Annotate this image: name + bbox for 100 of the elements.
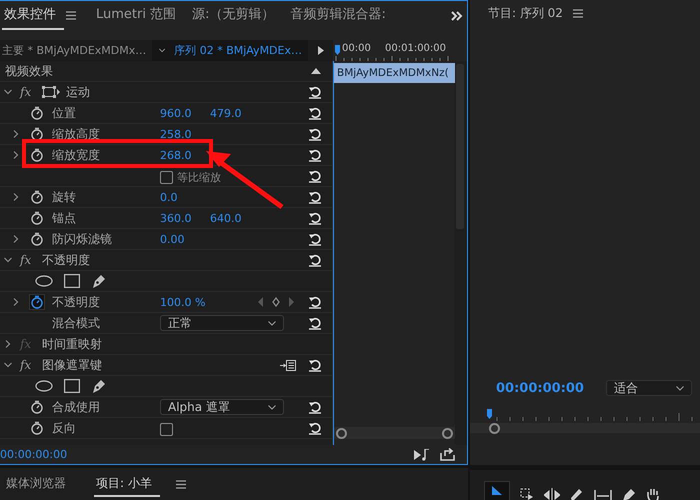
reset-icon[interactable] xyxy=(308,400,322,414)
zoom-dropdown[interactable]: 适合 xyxy=(606,380,692,396)
panel-tab[interactable]: 源:（无剪辑） xyxy=(190,1,282,30)
reset-icon[interactable] xyxy=(308,358,322,372)
timecode[interactable]: 00:00:00:00 xyxy=(0,448,68,461)
property-value[interactable]: 960.0 xyxy=(160,106,210,120)
fx-toggle[interactable]: fx xyxy=(20,85,42,99)
category-label: 视频效果 xyxy=(5,62,53,80)
stopwatch-icon[interactable] xyxy=(30,106,44,120)
effect-name: 时间重映射 xyxy=(42,336,102,352)
stopwatch-icon[interactable] xyxy=(30,232,44,246)
master-clip-label: 主要 * BMjAyMDExMDMx… xyxy=(1,43,148,58)
ruler-label: 00:01:00:00 xyxy=(385,43,446,54)
reset-icon[interactable] xyxy=(308,316,322,330)
reset-icon[interactable] xyxy=(308,253,322,267)
menu-icon[interactable] xyxy=(176,480,186,488)
zoom-scrollbar[interactable] xyxy=(334,427,455,439)
reset-icon[interactable] xyxy=(308,190,322,204)
fx-toggle[interactable]: fx xyxy=(20,253,42,267)
checkbox[interactable] xyxy=(160,170,173,184)
property-value[interactable]: 100.0 % xyxy=(160,296,210,308)
twisty-icon[interactable] xyxy=(12,298,20,306)
filter-list-icon[interactable] xyxy=(280,360,296,370)
property-value[interactable]: 640.0 xyxy=(210,212,260,224)
rectangle-mask-icon[interactable] xyxy=(64,274,80,288)
twisty-icon[interactable] xyxy=(4,88,12,96)
property-value[interactable]: 479.0 xyxy=(210,106,260,120)
dropdown[interactable]: Alpha 遮罩 xyxy=(160,399,284,415)
hand-icon[interactable] xyxy=(646,488,660,500)
property-name: 位置 xyxy=(52,104,77,122)
ellipse-mask-icon[interactable] xyxy=(35,380,53,392)
twisty-icon[interactable] xyxy=(4,340,12,348)
effect-name: 不透明度 xyxy=(42,252,90,268)
property-name: 混合模式 xyxy=(52,314,101,332)
twisty-icon[interactable] xyxy=(12,130,20,138)
program-scrollbar[interactable] xyxy=(470,423,700,433)
effect-name: 运动 xyxy=(66,84,90,100)
stopwatch-icon[interactable] xyxy=(30,295,44,309)
reset-icon[interactable] xyxy=(308,295,322,309)
pen-icon[interactable] xyxy=(91,273,107,289)
panel-tab[interactable]: 效果控件 xyxy=(2,1,64,30)
effect-name: 图像遮罩键 xyxy=(42,356,102,374)
ellipse-mask-icon[interactable] xyxy=(35,275,53,287)
caret-icon xyxy=(676,386,684,390)
property-value[interactable]: 360.0 xyxy=(160,212,210,224)
property-name: 合成使用 xyxy=(52,398,101,416)
panel-title[interactable]: 节目: 序列 02 xyxy=(488,4,563,22)
reset-icon[interactable] xyxy=(308,106,322,120)
transform-icon[interactable] xyxy=(42,86,60,98)
property-name: 防闪烁滤镜 xyxy=(52,230,113,248)
twisty-icon[interactable] xyxy=(12,151,20,159)
play-audio-icon[interactable] xyxy=(414,448,430,460)
selection-tool-button[interactable] xyxy=(484,481,510,500)
dropdown[interactable]: 正常 xyxy=(160,315,284,331)
stopwatch-icon[interactable] xyxy=(30,190,44,204)
caret-icon xyxy=(159,48,166,53)
stopwatch-icon[interactable] xyxy=(30,400,44,414)
play-icon[interactable] xyxy=(318,46,324,55)
twisty-icon[interactable] xyxy=(4,361,12,369)
stopwatch-icon[interactable] xyxy=(30,421,44,435)
reset-icon[interactable] xyxy=(308,148,322,162)
menu-icon[interactable] xyxy=(572,8,583,18)
property-name: 缩放高度 xyxy=(52,126,101,142)
property-value[interactable]: 268.0 xyxy=(160,148,210,162)
panel-tab[interactable]: Lumetri 范围 xyxy=(94,1,184,30)
fx-toggle[interactable]: fx xyxy=(20,358,42,372)
twisty-icon[interactable] xyxy=(4,256,12,264)
property-value[interactable]: 0.00 xyxy=(160,232,210,246)
stopwatch-icon[interactable] xyxy=(30,211,44,225)
reset-icon[interactable] xyxy=(308,232,322,246)
panel-tab[interactable]: 媒体浏览器 xyxy=(4,471,74,497)
property-name: 反向 xyxy=(52,420,77,436)
reset-icon[interactable] xyxy=(308,127,322,141)
checkbox[interactable] xyxy=(160,422,173,436)
pen-icon[interactable] xyxy=(622,488,636,500)
overflow-chevrons-icon[interactable] xyxy=(451,10,463,20)
property-value[interactable]: 258.0 xyxy=(160,128,210,140)
reset-icon[interactable] xyxy=(308,85,322,99)
keyframe-navigator[interactable] xyxy=(258,297,294,307)
playhead-marker-icon[interactable] xyxy=(335,45,340,55)
reset-icon[interactable] xyxy=(308,211,322,225)
stopwatch-icon[interactable] xyxy=(30,148,44,162)
panel-tab[interactable]: 项目: 小羊 xyxy=(94,471,160,497)
stopwatch-icon[interactable] xyxy=(30,127,44,141)
panel-tab[interactable]: 音频剪辑混合器: xyxy=(288,1,394,30)
twisty-icon[interactable] xyxy=(12,193,20,201)
pen-icon[interactable] xyxy=(91,378,107,394)
timecode[interactable]: 00:00:00:00 xyxy=(496,380,584,396)
sequence-clip-selector[interactable]: 序列 02 * BMjAyMDEx… xyxy=(152,40,308,61)
rectangle-mask-icon[interactable] xyxy=(64,379,80,393)
property-value[interactable]: 0.0 xyxy=(160,190,210,204)
menu-icon[interactable] xyxy=(66,11,76,20)
vertical-scrollbar[interactable] xyxy=(455,61,467,445)
collapse-arrow-icon[interactable] xyxy=(311,68,321,74)
timeline-clip[interactable]: BMjAyMDExMDMxNz( xyxy=(334,63,455,83)
track-select-icon[interactable] xyxy=(520,488,534,500)
reset-icon[interactable] xyxy=(308,169,322,183)
export-icon[interactable] xyxy=(440,448,455,461)
twisty-icon[interactable] xyxy=(12,235,20,243)
reset-icon[interactable] xyxy=(308,421,322,435)
